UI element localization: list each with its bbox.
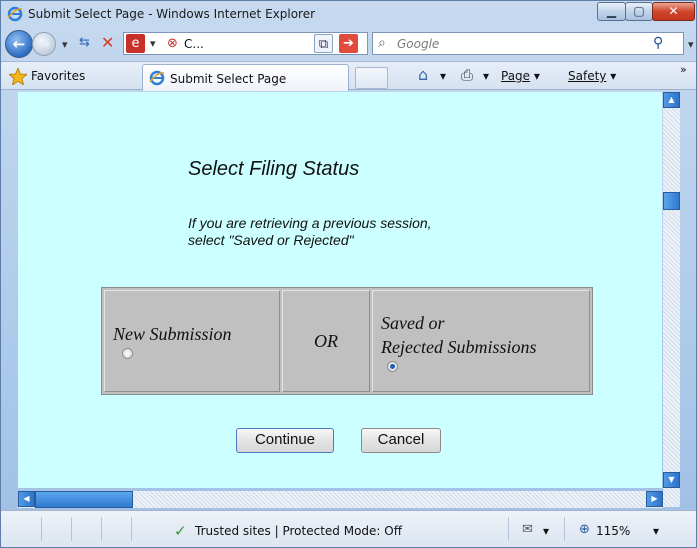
search-icon[interactable]: ⚲	[653, 35, 663, 51]
instruction-line-2: select "Saved or Rejected"	[188, 232, 354, 248]
address-text: C...	[184, 37, 204, 51]
new-submission-option: New Submission	[104, 290, 280, 392]
go-arrow-icon[interactable]: ➔	[339, 34, 358, 53]
status-divider	[131, 517, 132, 541]
new-submission-label: New Submission	[113, 323, 232, 344]
new-tab-button[interactable]	[355, 67, 388, 89]
close-icon: ✕	[668, 4, 679, 18]
scroll-up-icon: ▲	[668, 95, 675, 104]
scroll-left-icon: ◀	[23, 494, 30, 503]
saved-line-1: Saved or	[381, 312, 445, 333]
scroll-right-button[interactable]: ▶	[646, 491, 663, 507]
browser-window: Submit Select Page - Windows Internet Ex…	[0, 0, 697, 548]
zoom-level[interactable]: 115%	[596, 524, 630, 538]
saved-rejected-option: Saved or Rejected Submissions	[372, 290, 590, 392]
minimize-icon: ▁	[606, 4, 617, 18]
status-divider	[508, 517, 509, 541]
compatibility-view-icon[interactable]: ⧉	[314, 34, 333, 53]
home-dropdown-icon[interactable]: ▾	[440, 69, 446, 83]
cancel-button[interactable]: Cancel	[361, 428, 441, 453]
saved-rejected-radio[interactable]	[387, 360, 398, 372]
error-icon: ⊗	[167, 36, 178, 51]
close-button[interactable]: ✕	[652, 2, 695, 21]
horizontal-scroll-thumb[interactable]	[35, 491, 133, 508]
refresh-compat-icon[interactable]: ⇆	[79, 35, 90, 50]
address-bar[interactable]: e ▾ ⊗ C... ⧉ ➔	[123, 32, 368, 55]
settings-dropdown-icon[interactable]: ▾	[543, 524, 549, 538]
or-label: OR	[314, 330, 338, 351]
stop-icon[interactable]: ✕	[101, 33, 114, 52]
safety-menu[interactable]: Safety ▾	[568, 69, 616, 83]
scroll-right-icon: ▶	[651, 494, 658, 503]
ie-logo-icon	[7, 6, 23, 22]
tab-submit-select-page[interactable]: Submit Select Page	[142, 64, 349, 91]
status-divider	[564, 517, 565, 541]
scroll-up-button[interactable]: ▲	[663, 92, 680, 108]
zoom-icon[interactable]: ⊕	[579, 522, 590, 537]
continue-button[interactable]: Continue	[236, 428, 334, 453]
search-options-icon[interactable]: ▾	[688, 38, 694, 51]
minimize-button[interactable]: ▁	[597, 2, 626, 21]
page-title: Select Filing Status	[188, 158, 360, 180]
status-divider	[71, 517, 72, 541]
address-dropdown-icon[interactable]: ▾	[150, 37, 156, 50]
scroll-down-icon: ▼	[668, 475, 675, 484]
scroll-left-button[interactable]: ◀	[18, 491, 35, 507]
page-menu[interactable]: Page ▾	[501, 69, 540, 83]
back-arrow-icon: ←	[12, 35, 26, 53]
maximize-button[interactable]: ▢	[625, 2, 653, 21]
more-commands-chevron[interactable]: »	[680, 63, 687, 76]
vertical-scrollbar[interactable]: ▲ ▼	[663, 92, 680, 507]
new-submission-radio[interactable]	[122, 347, 133, 359]
history-dropdown-icon[interactable]: ▾	[62, 38, 68, 51]
scroll-down-button[interactable]: ▼	[663, 472, 680, 488]
page-content: Select Filing Status If you are retrievi…	[18, 92, 662, 488]
forward-button[interactable]: →	[32, 32, 56, 56]
print-dropdown-icon[interactable]: ▾	[483, 69, 489, 83]
forward-arrow-icon: →	[37, 35, 51, 53]
security-zone-text[interactable]: Trusted sites | Protected Mode: Off	[195, 524, 402, 538]
change-settings-icon[interactable]: ✉	[522, 522, 533, 537]
ie-tab-icon	[149, 70, 165, 86]
tab-label: Submit Select Page	[170, 72, 287, 86]
or-separator: OR	[282, 290, 370, 392]
saved-line-2: Rejected Submissions	[381, 336, 537, 357]
favorites-star-icon[interactable]	[9, 68, 27, 85]
instruction-line-1: If you are retrieving a previous session…	[188, 215, 432, 231]
filing-status-options: New Submission OR Saved or Rejected Subm…	[101, 287, 593, 395]
search-provider-icon: ⌕	[378, 35, 386, 51]
back-button[interactable]: ←	[5, 30, 33, 58]
title-bar: Submit Select Page - Windows Internet Ex…	[1, 1, 696, 27]
search-box[interactable]: ⌕ Google ⚲	[372, 32, 684, 55]
zoom-dropdown-icon[interactable]: ▾	[653, 524, 659, 538]
status-divider	[41, 517, 42, 541]
navigation-bar: ← → ▾ ⇆ ✕ e ▾ ⊗ C... ⧉ ➔ ⌕ Google ⚲ ▾	[1, 27, 696, 61]
ie-page-icon: e	[126, 34, 145, 53]
maximize-icon: ▢	[633, 4, 645, 18]
instruction-text: If you are retrieving a previous session…	[188, 215, 432, 249]
window-title: Submit Select Page - Windows Internet Ex…	[28, 7, 316, 21]
status-bar: ✓ Trusted sites | Protected Mode: Off ✉ …	[1, 510, 696, 547]
favorites-bar: Favorites Submit Select Page ⌂ ▾ ⎙ ▾ Pag…	[1, 61, 696, 91]
horizontal-scrollbar[interactable]: ◀ ▶	[18, 491, 663, 508]
home-icon[interactable]: ⌂	[418, 65, 428, 84]
print-icon[interactable]: ⎙	[461, 66, 473, 84]
safety-menu-label: Safety	[568, 69, 607, 83]
trusted-check-icon: ✓	[174, 522, 187, 540]
vertical-scroll-thumb[interactable]	[663, 192, 680, 210]
search-placeholder: Google	[397, 37, 440, 51]
favorites-button[interactable]: Favorites	[31, 69, 85, 83]
page-menu-label: Page	[501, 69, 531, 83]
status-divider	[101, 517, 102, 541]
